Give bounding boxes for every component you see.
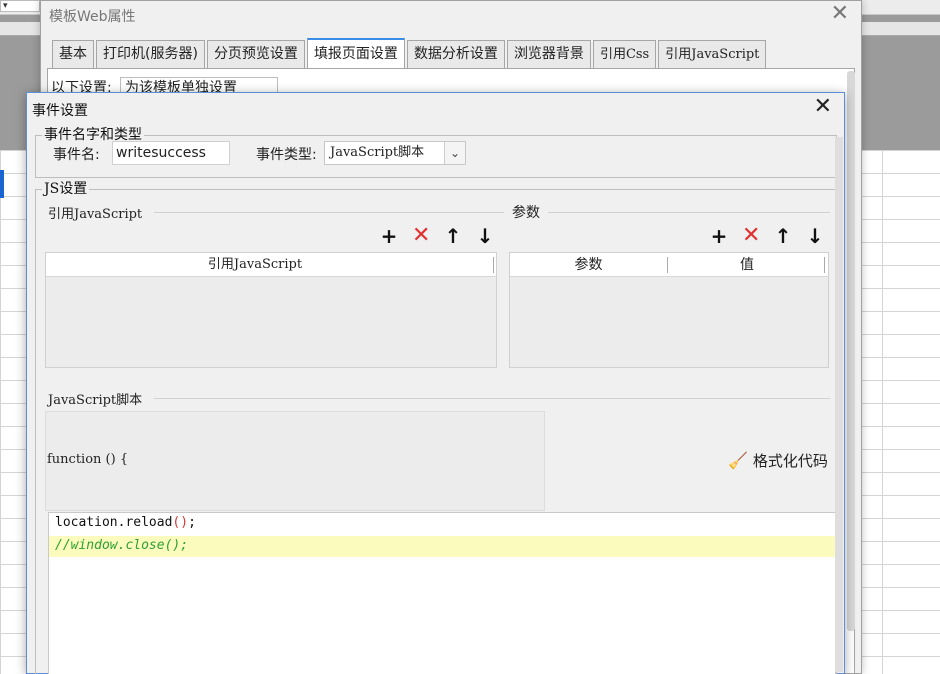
code-line-comment: //window.close(); [49, 536, 835, 557]
format-code-button[interactable]: 🧹 格式化代码 [728, 450, 828, 471]
add-ref-js-button[interactable]: + [380, 226, 398, 246]
js-script-title: JavaScript脚本 [48, 393, 143, 408]
js-settings-group: JS设置 引用JavaScript 参数 + ✕ ↑ ↓ + ✕ ↑ ↓ 引用J… [35, 180, 837, 674]
tab-browser-background[interactable]: 浏览器背景 [506, 40, 591, 69]
code-semicolon: ; [188, 515, 196, 530]
param-column-header[interactable]: 参数 [510, 253, 667, 277]
code-token: location.reload [55, 515, 173, 530]
event-type-select[interactable]: JavaScript脚本 ⌄ [324, 141, 466, 165]
code-line: location.reload(); [49, 513, 835, 534]
event-name-type-group: 事件名字和类型 事件名: writesuccess 事件类型: JavaScri… [35, 126, 837, 178]
event-name-input[interactable]: writesuccess [112, 141, 230, 165]
param-table[interactable]: 参数 值 [509, 252, 829, 368]
ref-js-title: 引用JavaScript [48, 207, 143, 222]
tab-pagination-preview[interactable]: 分页预览设置 [206, 40, 305, 69]
column-separator [493, 257, 494, 273]
tab-bar: 基本 打印机(服务器) 分页预览设置 填报页面设置 数据分析设置 浏览器背景 引… [52, 38, 768, 69]
ruler-right [860, 22, 940, 36]
js-script-divider [154, 398, 830, 399]
move-up-ref-js-button[interactable]: ↑ [444, 226, 462, 246]
ref-js-divider [154, 212, 504, 213]
tab-reference-css[interactable]: 引用Css [592, 40, 657, 69]
js-settings-legend: JS设置 [42, 180, 90, 198]
add-param-button[interactable]: + [710, 226, 728, 246]
broom-icon: 🧹 [728, 451, 748, 470]
code-editor[interactable]: location.reload(); //window.close(); [48, 512, 836, 674]
function-header-area: function () { [45, 411, 545, 511]
move-down-param-button[interactable]: ↓ [806, 226, 824, 246]
delete-param-button[interactable]: ✕ [742, 225, 760, 247]
inner-dialog-title: 事件设置 [32, 103, 88, 119]
selected-cell-marker [0, 170, 4, 198]
outer-scrollbar[interactable] [847, 71, 855, 631]
tab-basic[interactable]: 基本 [52, 40, 94, 69]
value-column-header[interactable]: 值 [668, 253, 826, 277]
tab-printer-server[interactable]: 打印机(服务器) [96, 40, 205, 69]
inner-scrollbar[interactable] [835, 137, 843, 672]
ref-js-table[interactable]: 引用JavaScript [45, 252, 497, 368]
param-title: 参数 [512, 205, 540, 221]
background-mini-field: ▾ [0, 0, 40, 12]
ref-js-toolbar: + ✕ ↑ ↓ [380, 225, 494, 247]
ref-js-column-header[interactable]: 引用JavaScript [46, 253, 464, 277]
param-divider [548, 212, 830, 213]
tab-fill-page-settings[interactable]: 填报页面设置 [306, 38, 405, 69]
code-paren: () [172, 515, 189, 530]
format-code-label: 格式化代码 [752, 452, 828, 470]
delete-ref-js-button[interactable]: ✕ [412, 225, 430, 247]
outer-dialog-title: 模板Web属性 [49, 9, 136, 25]
inner-close-icon[interactable]: ✕ [814, 96, 832, 118]
tab-data-analysis[interactable]: 数据分析设置 [406, 40, 505, 69]
param-toolbar: + ✕ ↑ ↓ [710, 225, 824, 247]
ref-js-table-header: 引用JavaScript [46, 253, 496, 277]
param-table-header: 参数 值 [510, 253, 828, 277]
move-down-ref-js-button[interactable]: ↓ [476, 226, 494, 246]
column-separator [824, 257, 825, 273]
event-settings-dialog: 事件设置 ✕ 事件名字和类型 事件名: writesuccess 事件类型: J… [26, 92, 845, 674]
tab-reference-javascript[interactable]: 引用JavaScript [658, 40, 767, 69]
outer-close-icon[interactable]: ✕ [831, 3, 849, 25]
move-up-param-button[interactable]: ↑ [774, 226, 792, 246]
chevron-down-icon[interactable]: ⌄ [444, 142, 465, 164]
event-name-label: 事件名: [53, 147, 100, 163]
event-type-label: 事件类型: [256, 147, 317, 163]
function-signature: function () { [47, 452, 129, 467]
event-type-value: JavaScript脚本 [330, 145, 425, 160]
